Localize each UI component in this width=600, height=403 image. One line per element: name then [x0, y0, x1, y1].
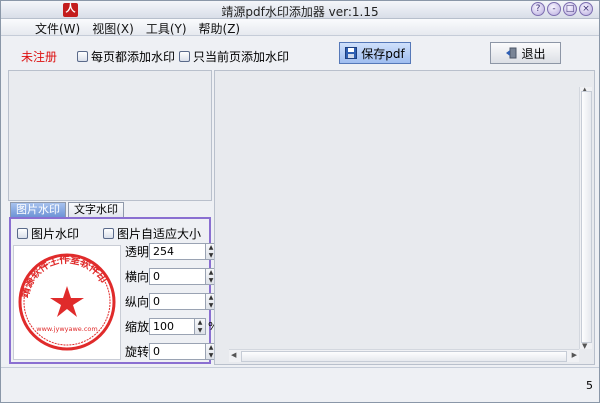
checkbox-label: 图片水印 [31, 227, 80, 241]
save-pdf-button[interactable]: 保存pdf [339, 42, 411, 64]
spin-down-icon[interactable]: ▼ [195, 327, 205, 335]
unregistered-label[interactable]: 未注册 [21, 48, 57, 65]
close-button[interactable]: × [579, 2, 593, 16]
horizontal-row: 横向 0 ▲ ▼ [125, 268, 217, 285]
help-window-button[interactable]: ? [531, 2, 545, 16]
menu-bar: 文件(W) 视图(X) 工具(Y) 帮助(Z) [1, 19, 599, 36]
exit-label: 退出 [521, 46, 546, 61]
rotate-stepper[interactable]: 0 ▲ ▼ [149, 343, 217, 360]
opacity-stepper[interactable]: 254 ▲ ▼ [149, 243, 217, 260]
minimize-button[interactable]: - [547, 2, 561, 16]
scale-row: 缩放 100 ▲▼ % [125, 318, 218, 335]
stamp-bottom-text: www.jywyawe.com [36, 325, 97, 333]
seal-stamp-icon: 靖源软件工作室软件印 www.jywyawe.com [18, 253, 116, 351]
scale-label: 缩放 [125, 320, 150, 334]
exit-button[interactable]: 退出 [490, 42, 561, 64]
checkbox-label: 每页都添加水印 [91, 50, 176, 64]
image-watermark-panel: 图片水印 图片自适应大小 靖源软件工作室软件印 www.jywyawe.com [9, 217, 218, 364]
menu-help[interactable]: 帮助(Z) [193, 19, 247, 36]
vertical-label: 纵向 [125, 295, 150, 309]
spin-up-icon[interactable]: ▲ [195, 319, 205, 327]
vertical-row: 纵向 0 ▲ ▼ [125, 293, 217, 310]
watermark-preview: 靖源软件工作室软件印 www.jywyawe.com [13, 245, 121, 360]
menu-file[interactable]: 文件(W) [29, 19, 86, 36]
floppy-disk-icon [345, 47, 358, 59]
horizontal-label: 横向 [125, 270, 150, 284]
checkbox-box[interactable] [179, 51, 190, 62]
opacity-label: 透明 [125, 245, 150, 259]
checkbox-box[interactable] [103, 228, 114, 239]
scroll-right-icon[interactable]: ▶ [572, 351, 577, 359]
page-thumbnail-pane[interactable] [8, 70, 212, 201]
document-view[interactable]: ▲ ▼ ◀ ▶ [214, 70, 595, 365]
horizontal-stepper[interactable]: 0 ▲ ▼ [149, 268, 217, 285]
opacity-value[interactable]: 254 [150, 244, 205, 259]
horizontal-scrollbar[interactable]: ◀ ▶ [229, 349, 579, 362]
rotate-row: 旋转 0 ▲ ▼ [125, 343, 217, 360]
each-page-checkbox[interactable]: 每页都添加水印 [77, 48, 175, 65]
current-page-checkbox[interactable]: 只当前页添加水印 [179, 48, 289, 65]
checkbox-box[interactable] [77, 51, 88, 62]
app-window: 人 靖源pdf水印添加器 ver:1.15 ? - □ × 文件(W) 视图(X… [0, 0, 600, 403]
rotate-value[interactable]: 0 [150, 344, 205, 359]
horizontal-scroll-thumb[interactable] [241, 351, 567, 362]
vertical-scrollbar[interactable]: ▲ ▼ [579, 86, 592, 350]
checkbox-label: 图片自适应大小 [117, 227, 202, 241]
auto-fit-checkbox[interactable]: 图片自适应大小 [103, 225, 201, 242]
save-pdf-label: 保存pdf [361, 46, 405, 61]
scroll-down-icon[interactable]: ▼ [582, 342, 587, 350]
window-title: 靖源pdf水印添加器 ver:1.15 [221, 5, 379, 19]
checkbox-box[interactable] [17, 228, 28, 239]
vertical-value[interactable]: 0 [150, 294, 205, 309]
watermark-tabs: 图片水印 文字水印 [10, 202, 124, 217]
svg-text:靖源软件工作室软件印: 靖源软件工作室软件印 [18, 253, 109, 299]
menu-tools[interactable]: 工具(Y) [140, 19, 193, 36]
tab-text-watermark[interactable]: 文字水印 [68, 202, 124, 217]
scale-stepper[interactable]: 100 ▲ ▼ [149, 318, 206, 335]
vertical-stepper[interactable]: 0 ▲ ▼ [149, 293, 217, 310]
opacity-row: 透明 254 ▲ ▼ [125, 243, 217, 260]
toolbar: 未注册 每页都添加水印 只当前页添加水印 保存pdf 退出 [1, 36, 599, 70]
vertical-scroll-thumb[interactable] [581, 91, 592, 343]
status-bar: 5 [1, 367, 599, 402]
scroll-left-icon[interactable]: ◀ [231, 351, 236, 359]
stamp-top-text: 靖源软件工作室软件印 [18, 253, 109, 299]
rotate-label: 旋转 [125, 345, 150, 359]
maximize-button[interactable]: □ [563, 2, 577, 16]
scale-value[interactable]: 100 [150, 319, 194, 334]
image-watermark-checkbox[interactable]: 图片水印 [17, 225, 79, 242]
checkbox-label: 只当前页添加水印 [193, 50, 290, 64]
status-value: 5 [586, 379, 593, 392]
title-bar: 人 靖源pdf水印添加器 ver:1.15 ? - □ × [1, 1, 599, 19]
window-controls: ? - □ × [531, 2, 593, 16]
tab-image-watermark[interactable]: 图片水印 [10, 202, 66, 217]
horizontal-value[interactable]: 0 [150, 269, 205, 284]
menu-view[interactable]: 视图(X) [86, 19, 140, 36]
exit-door-icon [506, 47, 517, 59]
